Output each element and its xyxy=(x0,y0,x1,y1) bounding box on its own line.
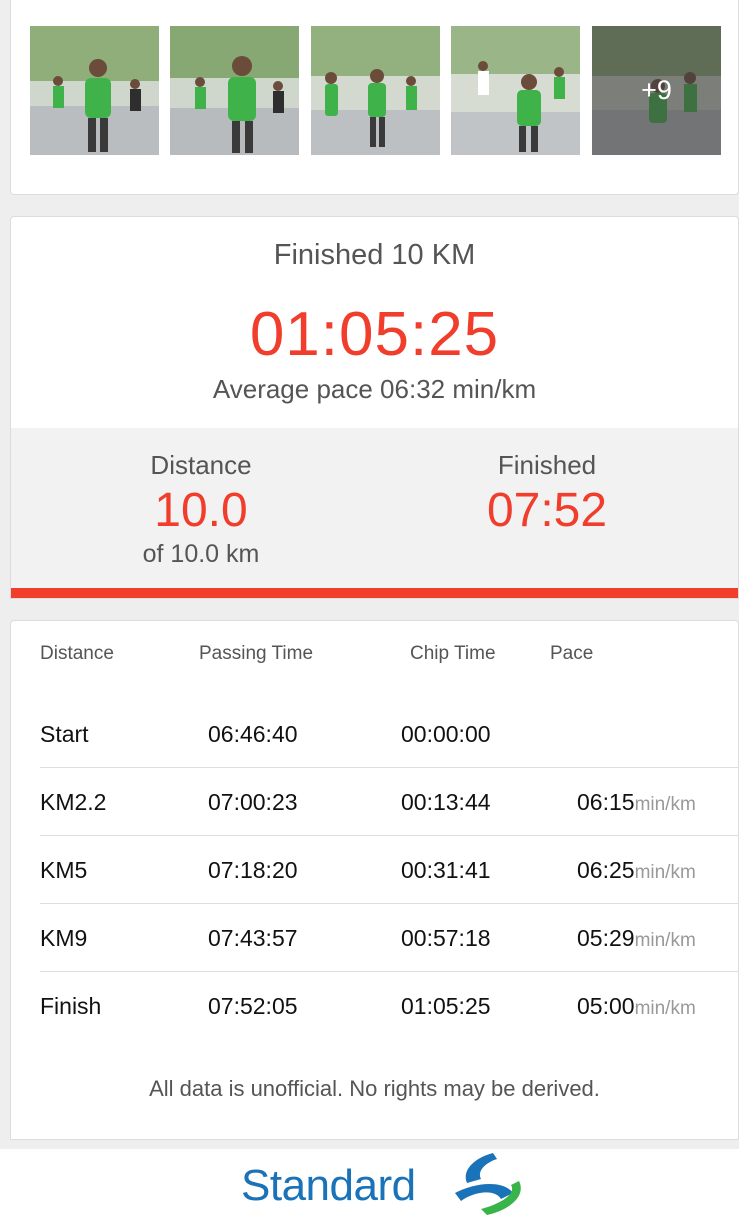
result-summary-card: Finished 10 KM 01:05:25 Average pace 06:… xyxy=(10,216,739,599)
race-photo-thumbnail[interactable] xyxy=(451,26,580,155)
finished-distance-title: Finished 10 KM xyxy=(273,239,476,271)
split-passing-time: 06:46:40 xyxy=(208,721,298,747)
pace-unit: min/km xyxy=(634,794,696,815)
photo-gallery-card: +9 xyxy=(10,0,739,195)
distance-stat-label: Distance xyxy=(150,450,252,480)
split-distance: KM5 xyxy=(40,857,88,883)
distance-stat-sub: of 10.0 km xyxy=(142,540,260,568)
split-pace: 06:15min/km xyxy=(577,768,696,839)
progress-bar xyxy=(11,588,738,598)
split-passing-time: 07:52:05 xyxy=(208,993,298,1019)
header-pace: Pace xyxy=(550,643,594,664)
header-passing-time: Passing Time xyxy=(199,643,314,664)
runner-photo-icon xyxy=(170,26,299,155)
split-chip-time: 00:00:00 xyxy=(401,721,491,747)
split-distance: KM9 xyxy=(40,925,88,951)
sponsor-footer: Standard xyxy=(0,1149,739,1215)
standard-chartered-logo-icon xyxy=(455,1153,521,1215)
pace-unit: min/km xyxy=(634,998,696,1019)
runner-photo-icon xyxy=(311,26,440,155)
header-chip-time: Chip Time xyxy=(410,643,496,664)
stats-band: Distance 10.0 of 10.0 km Finished 07:52 xyxy=(11,428,738,590)
split-pace-value: 05:00 xyxy=(577,993,635,1019)
race-photo-thumbnail[interactable] xyxy=(311,26,440,155)
pace-unit: min/km xyxy=(634,862,696,883)
race-photo-thumbnail[interactable] xyxy=(170,26,299,155)
split-distance: KM2.2 xyxy=(40,789,107,815)
split-chip-time: 00:57:18 xyxy=(401,925,491,951)
average-pace: Average pace 06:32 min/km xyxy=(212,374,537,404)
split-pace: 05:00min/km xyxy=(577,972,696,1043)
sponsor-brand-name: Standard xyxy=(241,1161,416,1210)
table-row: KM5 07:18:20 00:31:41 06:25min/km xyxy=(40,836,739,904)
split-passing-time: 07:00:23 xyxy=(208,789,298,815)
finish-time: 01:05:25 xyxy=(249,300,500,369)
split-pace-value: 06:25 xyxy=(577,857,635,883)
split-pace: 06:25min/km xyxy=(577,836,696,907)
finished-stat: Finished 07:52 xyxy=(447,450,647,538)
runner-photo-icon xyxy=(451,26,580,155)
race-photo-thumbnail[interactable] xyxy=(30,26,159,155)
table-row: KM2.2 07:00:23 00:13:44 06:15min/km xyxy=(40,768,739,836)
split-pace-value: 06:15 xyxy=(577,789,635,815)
split-distance: Finish xyxy=(40,993,102,1019)
split-pace-value: 05:29 xyxy=(577,925,635,951)
more-photos-count: +9 xyxy=(592,26,721,155)
more-photos-thumbnail[interactable]: +9 xyxy=(592,26,721,155)
table-row: Finish 07:52:05 01:05:25 05:00min/km xyxy=(40,972,739,1040)
distance-stat-value: 10.0 xyxy=(154,484,248,537)
split-chip-time: 00:31:41 xyxy=(401,857,491,883)
split-chip-time: 00:13:44 xyxy=(401,789,491,815)
distance-stat: Distance 10.0 of 10.0 km xyxy=(101,450,301,569)
runner-photo-icon xyxy=(30,26,159,155)
disclaimer-text: All data is unofficial. No rights may be… xyxy=(149,1076,600,1101)
finished-stat-label: Finished xyxy=(497,450,597,480)
split-pace: 05:29min/km xyxy=(577,904,696,975)
pace-unit: min/km xyxy=(634,930,696,951)
finished-stat-value: 07:52 xyxy=(486,484,608,537)
splits-table-card: Distance Passing Time Chip Time Pace Sta… xyxy=(10,620,739,1140)
split-chip-time: 01:05:25 xyxy=(401,993,491,1019)
table-row: KM9 07:43:57 00:57:18 05:29min/km xyxy=(40,904,739,972)
split-distance: Start xyxy=(40,721,89,747)
table-row: Start 06:46:40 00:00:00 xyxy=(40,700,739,768)
header-distance: Distance xyxy=(40,643,114,664)
split-passing-time: 07:18:20 xyxy=(208,857,298,883)
split-passing-time: 07:43:57 xyxy=(208,925,298,951)
